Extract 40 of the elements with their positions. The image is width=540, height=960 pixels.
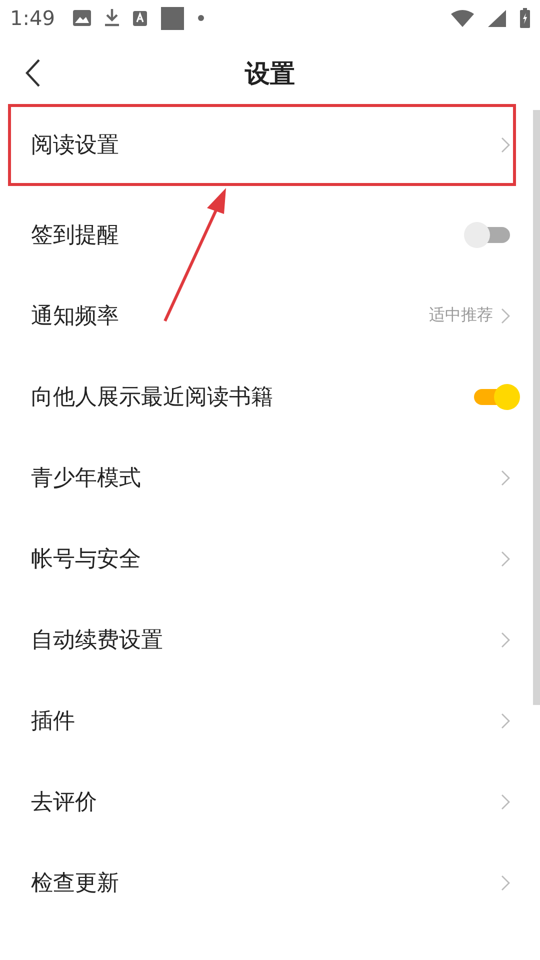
row-label: 自动续费设置 [31, 626, 164, 654]
row-label: 帐号与安全 [31, 546, 142, 574]
settings-row[interactable]: 向他人展示最近阅读书籍 [8, 356, 516, 437]
download-icon [104, 9, 119, 27]
row-label: 去评价 [31, 788, 98, 816]
settings-row[interactable]: 通知频率 适中推荐 [8, 275, 516, 356]
settings-row[interactable]: 青少年模式 [8, 437, 516, 518]
battery-icon [520, 8, 530, 28]
image-icon [72, 10, 91, 26]
row-label: 通知频率 [31, 302, 120, 330]
highlighted-settings-row[interactable]: 阅读设置 [8, 104, 516, 186]
dot-icon [198, 15, 204, 21]
status-time: 1:49 [10, 6, 55, 30]
settings-row[interactable]: 帐号与安全 [8, 518, 516, 599]
settings-row[interactable]: 检查更新 [8, 842, 516, 923]
back-icon[interactable] [25, 59, 41, 87]
chevron-icon [501, 712, 510, 728]
app-icon [132, 10, 147, 26]
row-label: 阅读设置 [31, 132, 120, 160]
chevron-icon [501, 470, 510, 486]
row-label: 签到提醒 [31, 222, 120, 250]
settings-row[interactable]: 签到提醒 [8, 194, 516, 275]
settings-row[interactable]: 自动续费设置 [8, 599, 516, 680]
square-icon [160, 6, 184, 30]
chevron-icon [501, 550, 510, 566]
row-label: 青少年模式 [31, 464, 142, 492]
chevron-icon [501, 137, 510, 153]
chevron-icon [501, 794, 510, 810]
row-label: 检查更新 [31, 870, 120, 898]
chevron-icon [501, 632, 510, 648]
signal-icon [488, 10, 506, 26]
row-label: 向他人展示最近阅读书籍 [31, 384, 274, 412]
row-value: 适中推荐 [429, 305, 493, 326]
chevron-icon [501, 874, 510, 890]
chevron-icon [501, 308, 510, 324]
settings-row[interactable]: 插件 [8, 680, 516, 761]
page-title: 设置 [245, 58, 295, 90]
wifi-icon [451, 10, 474, 26]
row-label: 插件 [31, 708, 76, 736]
settings-row[interactable]: 去评价 [8, 761, 516, 842]
